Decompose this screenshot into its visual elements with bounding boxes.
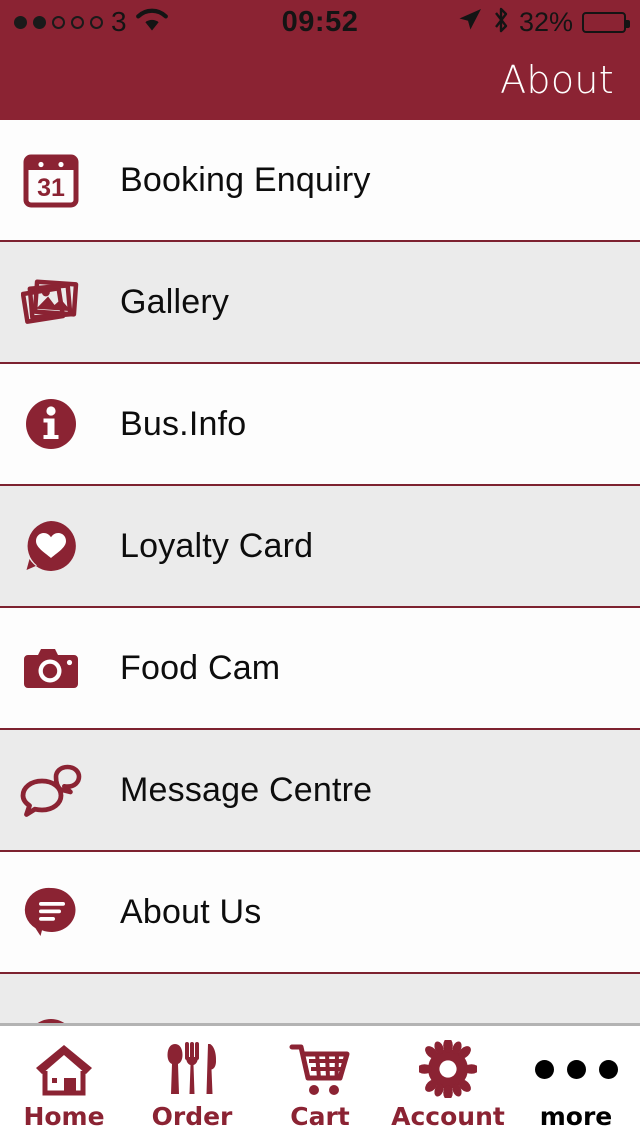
list-item-label: About Us <box>120 892 262 931</box>
list-item-label: Gallery <box>120 282 230 321</box>
signal-dot-4 <box>71 15 84 29</box>
home-icon <box>33 1040 95 1098</box>
cutlery-icon <box>164 1040 220 1098</box>
heart-pin-icon <box>20 515 82 577</box>
list-item-label: Food Cam <box>120 648 281 687</box>
camera-icon <box>20 637 82 699</box>
gear-icon <box>419 1040 477 1098</box>
cart-icon <box>289 1040 351 1098</box>
signal-dot-1 <box>14 15 27 29</box>
tab-account[interactable]: Account <box>384 1026 512 1136</box>
carrier-label: 3 <box>111 6 127 37</box>
tab-bar: Home Order Cart Account more <box>0 1023 640 1136</box>
location-arrow-icon <box>456 6 483 38</box>
ellipsis-icon <box>534 1040 618 1098</box>
signal-dot-5 <box>90 15 103 29</box>
tab-more[interactable]: more <box>512 1026 640 1136</box>
list-item-about-us[interactable]: About Us <box>0 852 640 974</box>
signal-strength-dots <box>14 15 103 29</box>
tab-label: more <box>539 1102 613 1131</box>
list-item-label: Loyalty Card <box>120 526 314 565</box>
tab-cart[interactable]: Cart <box>256 1026 384 1136</box>
svg-text:31: 31 <box>37 174 65 202</box>
list-item-label: Booking Enquiry <box>120 160 371 199</box>
partial-icon <box>20 1003 82 1023</box>
ellipsis-dot-3 <box>598 1059 618 1079</box>
list-item-booking-enquiry[interactable]: 31 Booking Enquiry <box>0 120 640 242</box>
list-item-loyalty-card[interactable]: Loyalty Card <box>0 486 640 608</box>
signal-dot-2 <box>33 15 46 29</box>
calendar-31-icon: 31 <box>20 149 82 211</box>
list-item-message-centre[interactable]: Message Centre <box>0 730 640 852</box>
wifi-icon <box>135 7 169 38</box>
speech-bubble-lines-icon <box>20 881 82 943</box>
ellipsis-dot-2 <box>566 1059 586 1079</box>
page-title: About <box>500 58 614 102</box>
list-item-food-cam[interactable]: Food Cam <box>0 608 640 730</box>
chat-bubbles-icon <box>20 759 82 821</box>
nav-bar: About <box>0 44 640 120</box>
ellipsis-dot-1 <box>534 1059 554 1079</box>
list-item-label: Message Centre <box>120 770 373 809</box>
battery-percent-label: 32% <box>518 6 573 37</box>
status-bar-left: 3 <box>14 7 169 38</box>
signal-dot-3 <box>52 15 65 29</box>
menu-list[interactable]: 31 Booking Enquiry Gallery Bus.Info Loya… <box>0 120 640 1023</box>
tab-label: Home <box>23 1102 105 1131</box>
status-bar: 3 09:52 32% <box>0 0 640 44</box>
tab-label: Cart <box>290 1102 350 1131</box>
list-item-partial[interactable] <box>0 974 640 1023</box>
photo-stack-icon <box>20 271 82 333</box>
bluetooth-icon <box>492 5 510 40</box>
app-screen: 3 09:52 32% About 31 Booking Enquiry Gal… <box>0 0 640 1136</box>
list-item-gallery[interactable]: Gallery <box>0 242 640 364</box>
status-bar-right: 32% <box>456 5 630 40</box>
tab-label: Order <box>151 1102 233 1131</box>
list-item-label: Bus.Info <box>120 404 247 443</box>
battery-icon <box>582 11 630 33</box>
tab-order[interactable]: Order <box>128 1026 256 1136</box>
tab-home[interactable]: Home <box>0 1026 128 1136</box>
info-circle-icon <box>20 393 82 455</box>
tab-label: Account <box>391 1102 505 1131</box>
list-item-bus-info[interactable]: Bus.Info <box>0 364 640 486</box>
